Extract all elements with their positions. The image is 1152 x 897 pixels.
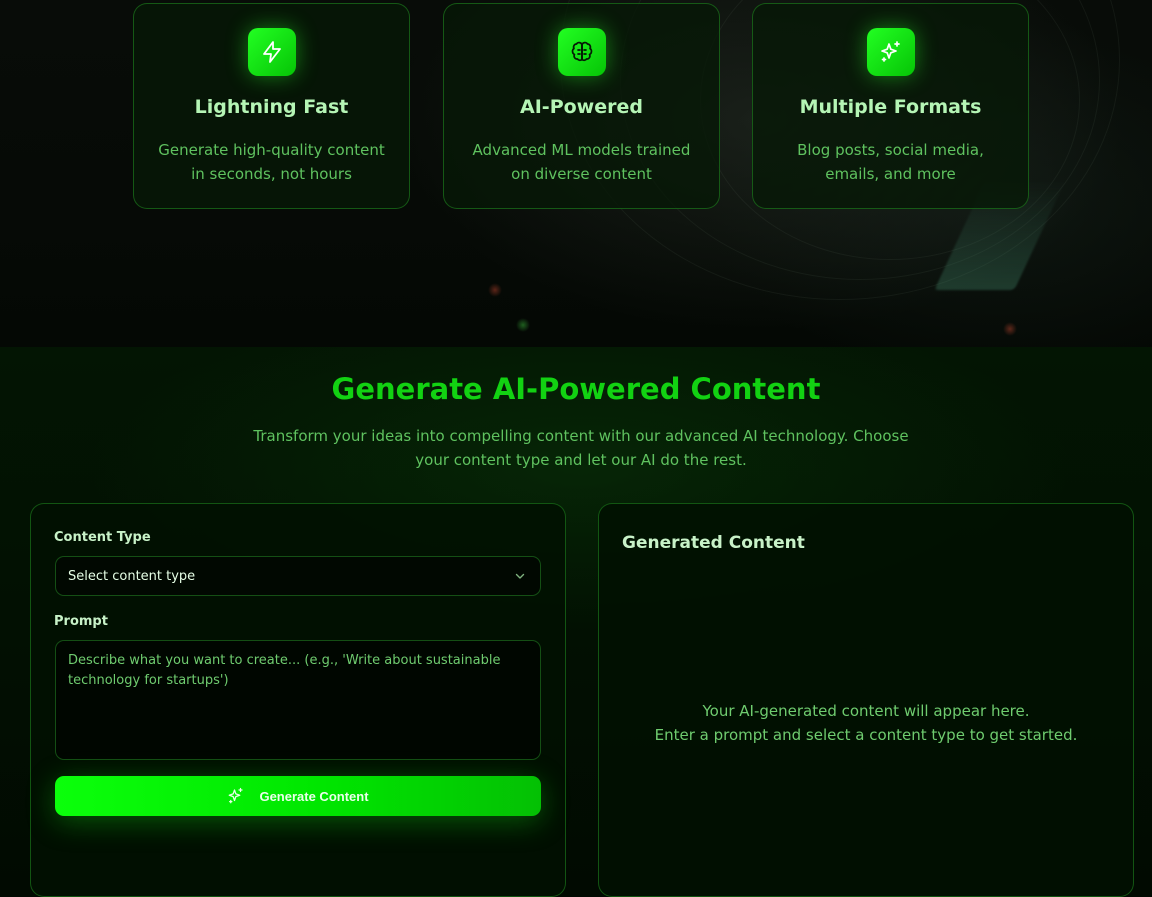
feature-title: Multiple Formats [799, 96, 982, 118]
content-type-label: Content Type [54, 530, 151, 545]
generated-content-empty-state: Your AI-generated content will appear he… [598, 699, 1134, 747]
feature-title: Lightning Fast [194, 96, 349, 118]
prompt-textarea[interactable] [55, 640, 541, 760]
lightning-icon [247, 28, 296, 76]
feature-card-ai-powered: AI-Powered Advanced ML models trained on… [443, 3, 720, 209]
generator-subtitle: Transform your ideas into compelling con… [253, 427, 909, 469]
content-type-value: Select content type [68, 569, 196, 584]
generated-content-title: Generated Content [622, 533, 805, 553]
feature-card-multiple-formats: Multiple Formats Blog posts, social medi… [752, 3, 1029, 209]
prompt-label: Prompt [54, 614, 108, 629]
chevron-down-icon [515, 573, 525, 579]
content-type-select[interactable]: Select content type [55, 556, 541, 596]
brain-icon [557, 28, 606, 76]
sparkles-icon [229, 787, 244, 804]
generate-content-button[interactable]: Generate Content [55, 776, 541, 816]
feature-card-lightning-fast: Lightning Fast Generate high-quality con… [133, 3, 410, 209]
empty-state-line-2: Enter a prompt and select a content type… [654, 726, 1078, 744]
feature-description: Generate high-quality content in seconds… [158, 141, 385, 183]
feature-description: Blog posts, social media, emails, and mo… [797, 141, 984, 183]
feature-description: Advanced ML models trained on diverse co… [472, 141, 691, 183]
generate-button-label: Generate Content [259, 788, 369, 804]
sparkles-icon [866, 28, 915, 76]
empty-state-line-1: Your AI-generated content will appear he… [702, 702, 1030, 720]
generator-title: Generate AI-Powered Content [331, 372, 821, 406]
feature-title: AI-Powered [520, 96, 643, 118]
